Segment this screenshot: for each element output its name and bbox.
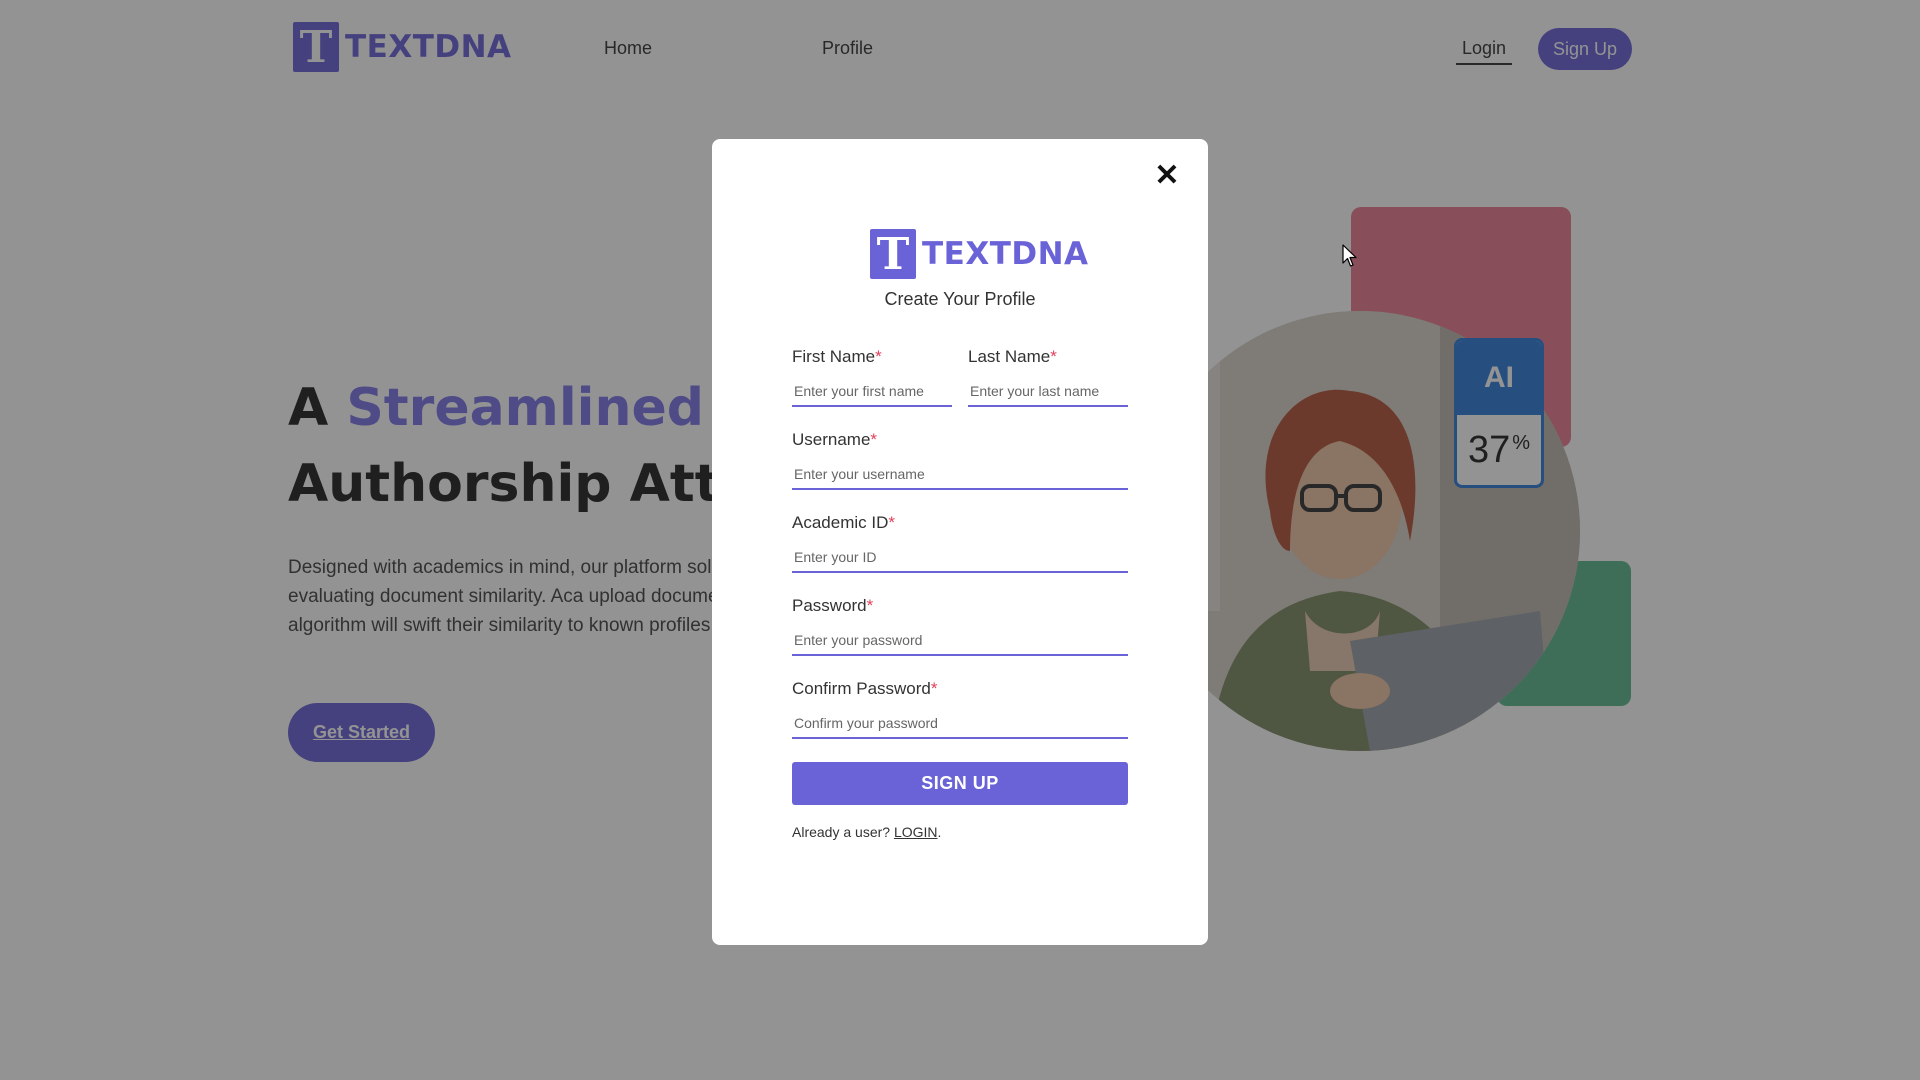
login-link[interactable]: LOGIN — [894, 824, 938, 840]
first-name-field: First Name* — [792, 347, 952, 407]
label-text: Password — [792, 596, 867, 615]
academic-id-label: Academic ID* — [792, 513, 1128, 533]
confirm-password-input[interactable] — [792, 709, 1128, 739]
label-text: Confirm Password — [792, 679, 931, 698]
mouse-pointer-icon — [1342, 244, 1357, 267]
username-input[interactable] — [792, 460, 1128, 490]
required-mark: * — [1050, 347, 1057, 366]
modal-logo: T TEXTDNA — [870, 229, 1089, 280]
last-name-field: Last Name* — [968, 347, 1128, 407]
label-text: Last Name — [968, 347, 1051, 366]
password-field: Password* — [792, 596, 1128, 656]
label-text: Username — [792, 430, 871, 449]
required-mark: * — [866, 596, 874, 615]
confirm-password-label: Confirm Password* — [792, 679, 1128, 699]
first-name-input[interactable] — [792, 377, 952, 407]
period: . — [937, 824, 942, 840]
username-label: Username* — [792, 430, 1128, 450]
label-text: First Name — [792, 347, 876, 366]
logo-text: TEXTDNA — [922, 236, 1089, 272]
signup-submit-button[interactable]: SIGN UP — [792, 762, 1128, 805]
academic-id-input[interactable] — [792, 543, 1128, 573]
last-name-input[interactable] — [968, 377, 1128, 407]
required-mark: * — [888, 513, 895, 532]
already-user-label: Already a user? — [792, 824, 894, 840]
password-input[interactable] — [792, 626, 1128, 656]
required-mark: * — [870, 430, 878, 449]
username-field: Username* — [792, 430, 1128, 490]
required-mark: * — [930, 679, 938, 698]
confirm-password-field: Confirm Password* — [792, 679, 1128, 739]
password-label: Password* — [792, 596, 1128, 616]
academic-id-field: Academic ID* — [792, 513, 1128, 573]
last-name-label: Last Name* — [968, 347, 1128, 367]
required-mark: * — [875, 347, 882, 366]
label-text: Academic ID — [792, 513, 889, 532]
first-name-label: First Name* — [792, 347, 952, 367]
already-user-text: Already a user? LOGIN. — [792, 824, 941, 840]
signup-modal: ✕ T TEXTDNA Create Your Profile First Na… — [712, 139, 1208, 945]
modal-subtitle: Create Your Profile — [884, 289, 1036, 309]
close-icon[interactable]: ✕ — [1152, 161, 1182, 191]
logo-mark-icon: T — [870, 229, 916, 280]
